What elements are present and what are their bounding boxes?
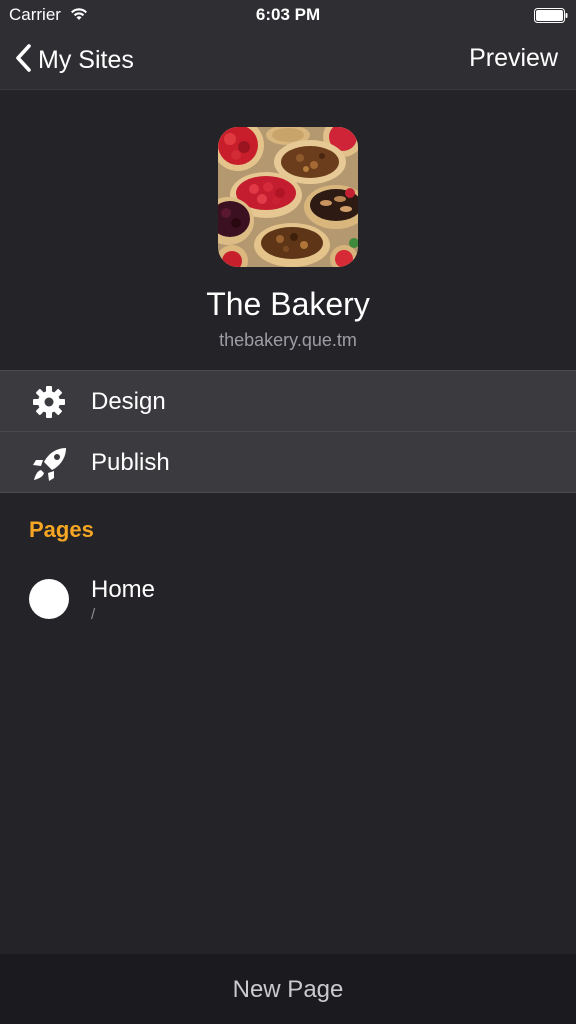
bottom-toolbar: New Page xyxy=(0,954,576,1024)
new-page-button[interactable]: New Page xyxy=(0,976,576,1004)
design-label: Design xyxy=(91,388,166,415)
pages-section-title: Pages xyxy=(29,517,94,542)
status-bar: Carrier 6:03 PM xyxy=(0,0,576,30)
rocket-icon xyxy=(32,446,66,481)
page-path: / xyxy=(91,606,96,623)
clock-time: 6:03 PM xyxy=(255,5,321,24)
chevron-left-icon xyxy=(14,43,32,78)
preview-button[interactable]: Preview xyxy=(469,44,558,73)
design-row[interactable]: Design xyxy=(0,370,576,431)
battery-icon xyxy=(534,8,568,23)
page-name: Home xyxy=(91,576,156,603)
site-url: thebakery.que.tm xyxy=(219,330,357,350)
back-button[interactable]: My Sites xyxy=(14,42,134,78)
page-list-item[interactable]: Home / xyxy=(0,565,576,637)
divider xyxy=(0,492,576,493)
gear-icon xyxy=(32,385,66,419)
site-title: The Bakery xyxy=(206,286,370,322)
site-thumbnail[interactable] xyxy=(218,127,358,267)
site-header: The Bakery thebakery.que.tm xyxy=(0,90,576,370)
publish-row[interactable]: Publish xyxy=(0,431,576,492)
back-button-label: My Sites xyxy=(38,45,134,74)
publish-label: Publish xyxy=(91,449,170,476)
navigation-bar: My Sites Preview xyxy=(0,30,576,90)
page-status-dot xyxy=(29,579,69,619)
